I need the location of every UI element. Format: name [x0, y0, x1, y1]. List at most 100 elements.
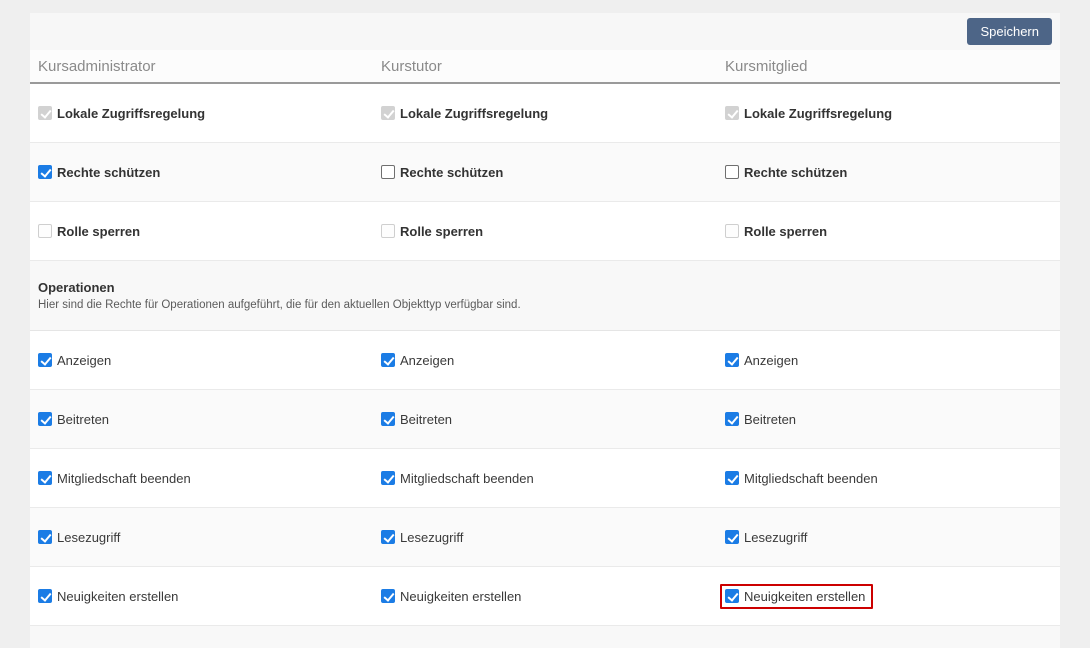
- checkbox-label: Mitgliedschaft beenden: [57, 471, 191, 486]
- checkbox-group: Rechte schützen: [376, 160, 511, 185]
- permission-cell: Rolle sperren: [373, 202, 717, 260]
- checkbox-group: Lesezugriff: [33, 525, 128, 550]
- permission-row-lesezugriff: Lesezugriff Lesezugriff Lesezugriff: [30, 508, 1060, 567]
- permission-cell: Rechte schützen: [373, 143, 717, 201]
- checkbox-group: Lesezugriff: [720, 525, 815, 550]
- permission-row-beitreten: Beitreten Beitreten Beitreten: [30, 390, 1060, 449]
- checkbox-label: Beitreten: [400, 412, 452, 427]
- checkbox-neuigkeiten-erstellen[interactable]: [725, 589, 739, 603]
- checkbox-label: Anzeigen: [400, 353, 454, 368]
- checkbox-label: Mitgliedschaft beenden: [400, 471, 534, 486]
- column-header-row: Kursadministrator Kurstutor Kursmitglied: [30, 50, 1060, 84]
- checkbox-beitreten[interactable]: [381, 412, 395, 426]
- operations-section-header: Operationen Hier sind die Rechte für Ope…: [30, 261, 1060, 331]
- checkbox-group: Beitreten: [33, 407, 117, 432]
- checkbox-anzeigen[interactable]: [38, 353, 52, 367]
- checkbox-lokale-zugriffsregelung: [38, 106, 52, 120]
- checkbox-rechte-sch-tzen[interactable]: [38, 165, 52, 179]
- permission-cell: Beitreten: [373, 390, 717, 448]
- toolbar: Speichern: [30, 13, 1060, 50]
- checkbox-mitgliedschaft-beenden[interactable]: [381, 471, 395, 485]
- permission-cell: Lesezugriff: [717, 508, 1060, 566]
- checkbox-label: Neuigkeiten erstellen: [400, 589, 521, 604]
- checkbox-group: Lesezugriff: [376, 525, 471, 550]
- permission-cell: Neuigkeiten erstellen: [373, 567, 717, 625]
- permission-cell: Mitgliedschaft beenden: [717, 449, 1060, 507]
- checkbox-label: Mitgliedschaft beenden: [744, 471, 878, 486]
- checkbox-mitgliedschaft-beenden[interactable]: [38, 471, 52, 485]
- permission-cell: Lokale Zugriffsregelung: [30, 84, 373, 142]
- checkbox-group: Rolle sperren: [376, 219, 491, 244]
- column-header-kursadministrator: Kursadministrator: [30, 58, 373, 75]
- checkbox-label: Rolle sperren: [744, 224, 827, 239]
- checkbox-label: Beitreten: [57, 412, 109, 427]
- checkbox-label: Rolle sperren: [400, 224, 483, 239]
- checkbox-lesezugriff[interactable]: [381, 530, 395, 544]
- permission-cell: Mitgliedschaft beenden: [30, 449, 373, 507]
- checkbox-label: Lokale Zugriffsregelung: [400, 106, 548, 121]
- permission-cell: Rechte schützen: [717, 143, 1060, 201]
- section-title: Operationen: [38, 280, 1060, 295]
- checkbox-rechte-sch-tzen[interactable]: [381, 165, 395, 179]
- checkbox-label: Lesezugriff: [400, 530, 463, 545]
- checkbox-beitreten[interactable]: [38, 412, 52, 426]
- checkbox-rolle-sperren: [38, 224, 52, 238]
- checkbox-neuigkeiten-erstellen[interactable]: [38, 589, 52, 603]
- permission-cell: Rolle sperren: [30, 202, 373, 260]
- permission-cell: Lokale Zugriffsregelung: [717, 84, 1060, 142]
- checkbox-beitreten[interactable]: [725, 412, 739, 426]
- checkbox-group: Lokale Zugriffsregelung: [720, 101, 900, 126]
- role-permission-rows: Lokale Zugriffsregelung Lokale Zugriffsre…: [30, 84, 1060, 261]
- checkbox-lokale-zugriffsregelung: [725, 106, 739, 120]
- checkbox-label: Rechte schützen: [400, 165, 503, 180]
- permission-cell: Beitreten: [30, 390, 373, 448]
- permission-cell: Neuigkeiten erstellen: [717, 567, 1060, 625]
- checkbox-label: Lokale Zugriffsregelung: [744, 106, 892, 121]
- checkbox-label: Lesezugriff: [744, 530, 807, 545]
- section-description: Hier sind die Rechte für Operationen auf…: [38, 299, 1060, 311]
- permission-cell: Lesezugriff: [373, 508, 717, 566]
- checkbox-group: Anzeigen: [33, 348, 119, 373]
- checkbox-rechte-sch-tzen[interactable]: [725, 165, 739, 179]
- checkbox-group: Lokale Zugriffsregelung: [376, 101, 556, 126]
- checkbox-group: Rolle sperren: [720, 219, 835, 244]
- checkbox-group: Beitreten: [720, 407, 804, 432]
- checkbox-group: Mitgliedschaft beenden: [376, 466, 542, 491]
- checkbox-lesezugriff[interactable]: [38, 530, 52, 544]
- checkbox-lokale-zugriffsregelung: [381, 106, 395, 120]
- checkbox-anzeigen[interactable]: [381, 353, 395, 367]
- checkbox-group: Beitreten: [376, 407, 460, 432]
- checkbox-group: Rolle sperren: [33, 219, 148, 244]
- permission-cell: Anzeigen: [30, 331, 373, 389]
- permission-row-rechte-sch-tzen: Rechte schützen Rechte schützen Rechte sch…: [30, 143, 1060, 202]
- checkbox-rolle-sperren: [725, 224, 739, 238]
- column-header-kurstutor: Kurstutor: [373, 58, 717, 75]
- permission-row-lokale-zugriffsregelung: Lokale Zugriffsregelung Lokale Zugriffsre…: [30, 84, 1060, 143]
- save-button[interactable]: Speichern: [967, 18, 1052, 45]
- permission-row-neuigkeiten-erstellen: Neuigkeiten erstellen Neuigkeiten erstell…: [30, 567, 1060, 626]
- checkbox-label: Anzeigen: [57, 353, 111, 368]
- permission-cell: Lesezugriff: [30, 508, 373, 566]
- permission-cell: Anzeigen: [717, 331, 1060, 389]
- operation-permission-rows: AnzeigenAnzeigenAnzeigenBeitretenBeitret…: [30, 331, 1060, 626]
- checkbox-lesezugriff[interactable]: [725, 530, 739, 544]
- column-header-kursmitglied: Kursmitglied: [717, 58, 1060, 75]
- checkbox-group: Lokale Zugriffsregelung: [33, 101, 213, 126]
- checkbox-label: Anzeigen: [744, 353, 798, 368]
- annotation-highlight-box: Neuigkeiten erstellen: [720, 584, 873, 609]
- permission-row-anzeigen: Anzeigen Anzeigen Anzeigen: [30, 331, 1060, 390]
- permission-cell: Rolle sperren: [717, 202, 1060, 260]
- permission-cell: Mitgliedschaft beenden: [373, 449, 717, 507]
- permission-row-rolle-sperren: Rolle sperren Rolle sperren Rolle sperren: [30, 202, 1060, 261]
- checkbox-group: Anzeigen: [376, 348, 462, 373]
- checkbox-group: Rechte schützen: [720, 160, 855, 185]
- checkbox-label: Rechte schützen: [744, 165, 847, 180]
- checkbox-label: Neuigkeiten erstellen: [744, 589, 865, 604]
- checkbox-label: Rechte schützen: [57, 165, 160, 180]
- checkbox-anzeigen[interactable]: [725, 353, 739, 367]
- checkbox-neuigkeiten-erstellen[interactable]: [381, 589, 395, 603]
- permission-cell: Beitreten: [717, 390, 1060, 448]
- checkbox-mitgliedschaft-beenden[interactable]: [725, 471, 739, 485]
- checkbox-group: Mitgliedschaft beenden: [33, 466, 199, 491]
- permissions-panel: Speichern Kursadministrator Kurstutor Ku…: [30, 13, 1060, 647]
